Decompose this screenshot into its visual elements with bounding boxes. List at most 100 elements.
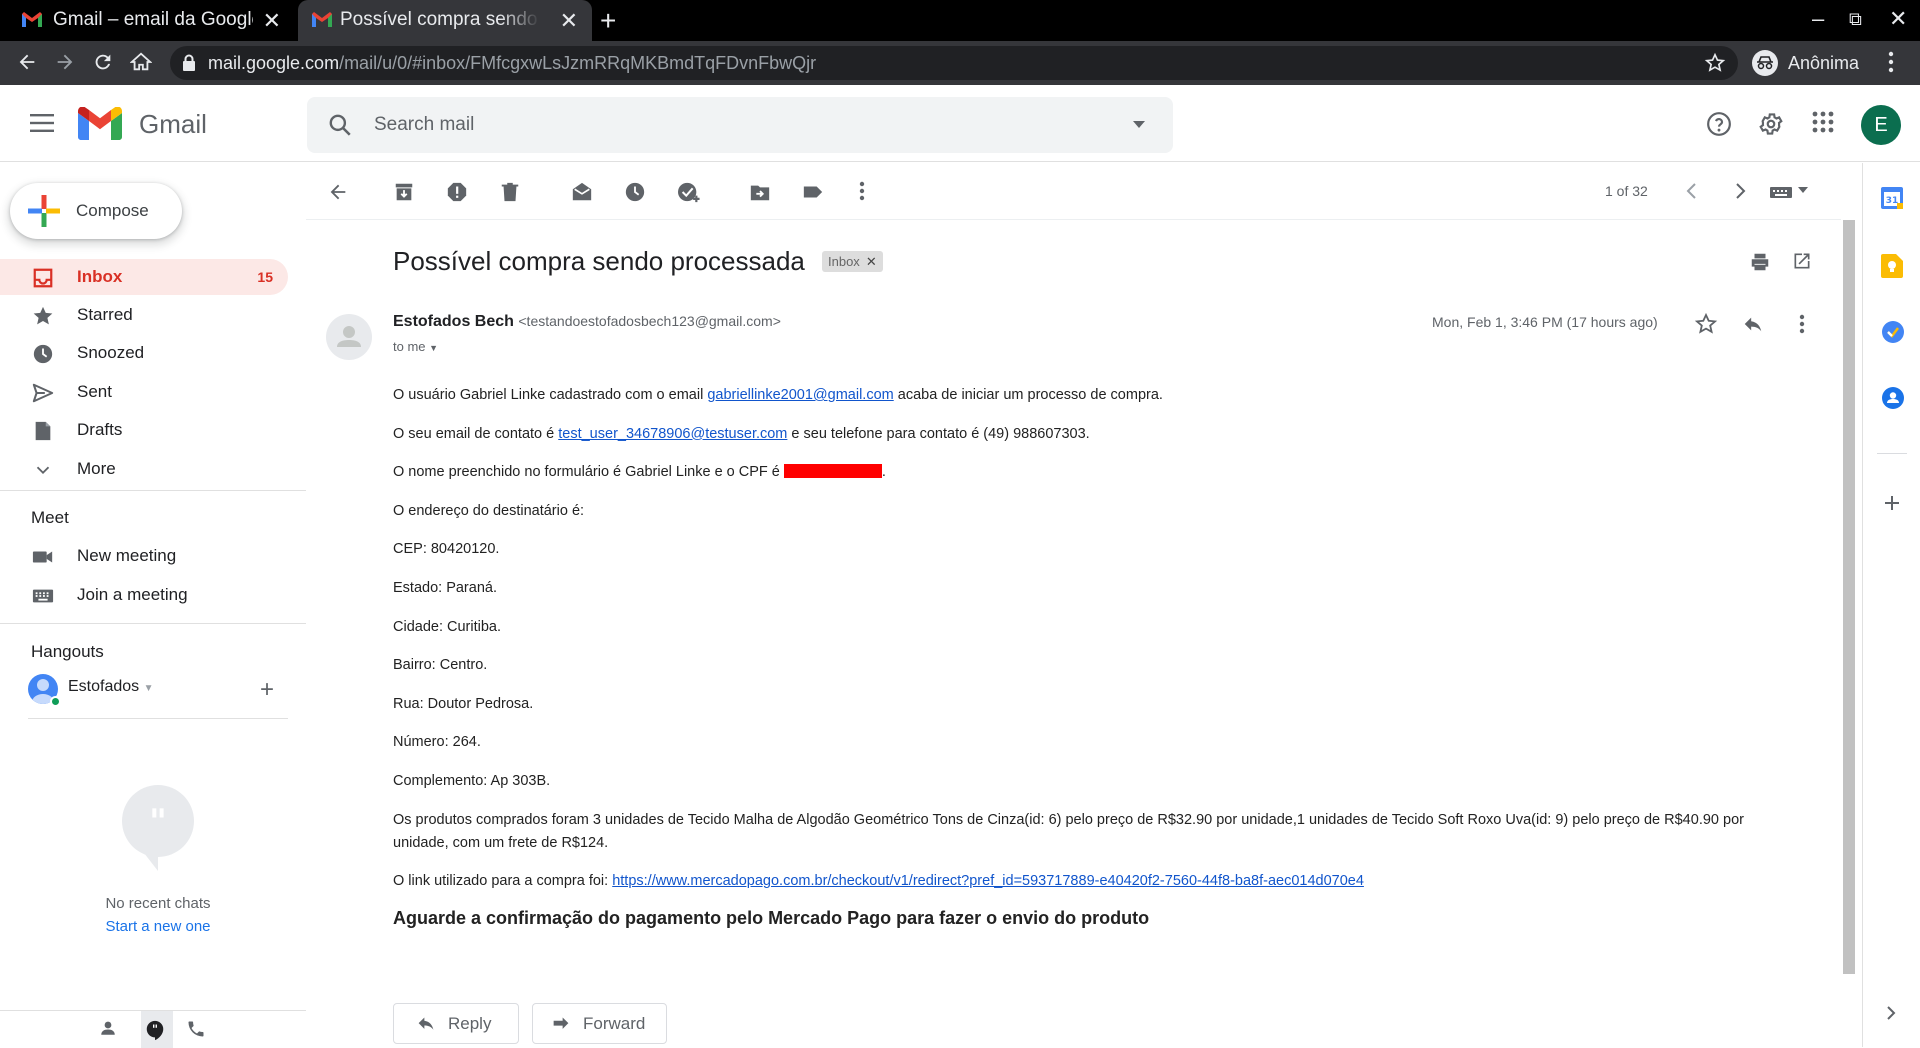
forward-icon[interactable] <box>54 51 76 73</box>
body-paragraph: Estado: Paraná. <box>393 579 497 596</box>
tasks-icon[interactable] <box>1881 320 1905 344</box>
older-chevron-right-icon[interactable] <box>1732 181 1748 201</box>
email-body: O usuário Gabriel Linke cadastrado com o… <box>393 384 1763 930</box>
body-heading: Aguarde a confirmação do pagamento pelo … <box>393 907 1150 928</box>
calendar-icon[interactable]: 31 <box>1881 187 1903 209</box>
browser-tab-bar: Gmail – email da Google ✕ Possível compr… <box>0 0 1920 41</box>
tab-title: Possível compra sendo processada <box>340 9 540 30</box>
caret-down-icon[interactable]: ▼ <box>144 683 154 694</box>
search-input[interactable]: Search mail <box>374 114 474 136</box>
show-side-panel-chevron-icon[interactable] <box>1885 1005 1897 1021</box>
tab-close-icon[interactable]: ✕ <box>263 8 281 34</box>
minimize-icon[interactable]: – <box>1812 6 1824 32</box>
star-message-icon[interactable] <box>1694 312 1718 336</box>
print-icon[interactable] <box>1749 251 1771 273</box>
unread-count: 15 <box>257 269 273 285</box>
add-chat-icon[interactable]: + <box>260 676 274 704</box>
body-text: O usuário Gabriel Linke cadastrado com o… <box>393 387 708 403</box>
sidebar-item-sent[interactable]: Sent <box>0 374 288 410</box>
reload-icon[interactable] <box>92 51 114 73</box>
message-more-icon[interactable] <box>1799 314 1805 334</box>
bookmark-star-icon[interactable] <box>1704 52 1726 74</box>
reply-icon[interactable] <box>1742 313 1764 335</box>
search-icon[interactable] <box>327 112 353 138</box>
email-link[interactable]: test_user_34678906@testuser.com <box>558 426 787 442</box>
sender-line: Estofados Bech <testandoestofadosbech123… <box>393 313 781 331</box>
body-paragraph: Complemento: Ap 303B. <box>393 772 551 789</box>
back-to-inbox-icon[interactable] <box>327 181 349 203</box>
tab-close-icon[interactable]: ✕ <box>560 8 578 34</box>
body-text: acaba de iniciar um processo de compra. <box>893 387 1163 403</box>
email-link[interactable]: gabriellinke2001@gmail.com <box>707 387 893 403</box>
window-close-icon[interactable]: ✕ <box>1889 6 1907 32</box>
browser-tab-active[interactable]: Possível compra sendo processada ✕ <box>298 0 592 41</box>
phone-icon[interactable] <box>186 1019 206 1039</box>
more-options-icon[interactable] <box>859 181 865 201</box>
incognito-profile[interactable]: Anônima <box>1752 47 1859 79</box>
archive-icon[interactable] <box>393 181 415 203</box>
hangouts-user[interactable]: Estofados ▼ + <box>28 674 288 707</box>
checkout-link[interactable]: https://www.mercadopago.com.br/checkout/… <box>612 873 1364 889</box>
browser-tab-gmail[interactable]: Gmail – email da Google ✕ <box>0 0 295 41</box>
home-icon[interactable] <box>130 51 152 73</box>
body-text: O seu email de contato é <box>393 425 559 442</box>
sidebar-item-starred[interactable]: Starred <box>0 297 288 333</box>
sidebar-item-join-meeting[interactable]: Join a meeting <box>0 577 288 613</box>
open-new-window-icon[interactable] <box>1792 251 1812 271</box>
body-paragraph: Rua: Doutor Pedrosa. <box>393 695 534 712</box>
recipients-toggle[interactable]: to me ▼ <box>393 339 438 354</box>
reply-button[interactable]: Reply <box>393 1003 519 1044</box>
input-tools-keyboard-icon[interactable] <box>1770 185 1810 199</box>
address-bar[interactable]: mail.google.com/mail/u/0/#inbox/FMfcgxwL… <box>170 46 1738 80</box>
main-menu-icon[interactable] <box>30 114 54 132</box>
sidebar-item-new-meeting[interactable]: New meeting <box>0 538 288 574</box>
snooze-clock-icon[interactable] <box>624 181 646 203</box>
person-icon[interactable] <box>99 1019 117 1037</box>
sidebar-item-snoozed[interactable]: Snoozed <box>0 335 288 371</box>
label-icon[interactable] <box>802 181 824 203</box>
add-task-icon[interactable] <box>677 181 701 203</box>
keep-icon[interactable] <box>1881 254 1903 278</box>
sidebar-item-label: Inbox <box>77 267 123 286</box>
reply-label: Reply <box>448 1013 492 1033</box>
gmail-logo-icon[interactable] <box>78 107 122 140</box>
settings-gear-icon[interactable] <box>1758 111 1784 137</box>
help-icon[interactable] <box>1706 111 1732 137</box>
new-tab-icon[interactable]: + <box>600 5 616 37</box>
report-spam-icon[interactable] <box>446 181 468 203</box>
account-avatar[interactable]: E <box>1861 105 1901 145</box>
hangouts-section-title: Hangouts <box>31 642 104 661</box>
scrollbar[interactable] <box>1843 220 1855 974</box>
move-to-icon[interactable] <box>749 181 771 203</box>
sender-avatar[interactable] <box>326 314 372 360</box>
search-options-icon[interactable] <box>1133 121 1145 128</box>
sidebar-item-inbox[interactable]: Inbox 15 <box>0 259 288 295</box>
sidebar-item-drafts[interactable]: Drafts <box>0 412 288 448</box>
lock-icon[interactable] <box>182 54 196 72</box>
url-path: /mail/u/0/#inbox/FMfcgxwLsJzmRRqMKBmdTqF… <box>339 53 817 73</box>
restore-icon[interactable]: ⧉ <box>1849 9 1862 30</box>
back-icon[interactable] <box>16 51 38 73</box>
sidebar-item-more[interactable]: More <box>0 451 288 487</box>
gmail-favicon-icon <box>312 12 332 27</box>
browser-menu-icon[interactable] <box>1888 51 1894 73</box>
sender-name[interactable]: Estofados Bech <box>393 313 514 330</box>
compose-button[interactable]: Compose <box>10 183 182 239</box>
delete-icon[interactable] <box>499 181 521 203</box>
apps-grid-icon[interactable] <box>1812 111 1834 133</box>
search-bar[interactable]: Search mail <box>307 97 1173 153</box>
contacts-icon[interactable] <box>1881 386 1905 410</box>
profile-label: Anônima <box>1788 52 1860 73</box>
hangouts-quote-icon[interactable]: " <box>144 1019 166 1041</box>
forward-button[interactable]: Forward <box>532 1003 667 1044</box>
mark-unread-icon[interactable] <box>571 181 593 203</box>
no-chats-text: No recent chats <box>105 895 211 912</box>
newer-chevron-left-icon[interactable] <box>1684 181 1700 201</box>
start-chat-link[interactable]: Start a new one <box>0 918 316 935</box>
inbox-label-badge[interactable]: Inbox ✕ <box>822 251 883 272</box>
caret-down-icon[interactable]: ▼ <box>429 343 438 353</box>
get-addons-plus-icon[interactable] <box>1882 493 1902 513</box>
url-text: mail.google.com/mail/u/0/#inbox/FMfcgxwL… <box>208 53 816 74</box>
remove-label-icon[interactable]: ✕ <box>866 254 877 270</box>
no-chats-panel: " No recent chats Start a new one <box>0 785 316 935</box>
